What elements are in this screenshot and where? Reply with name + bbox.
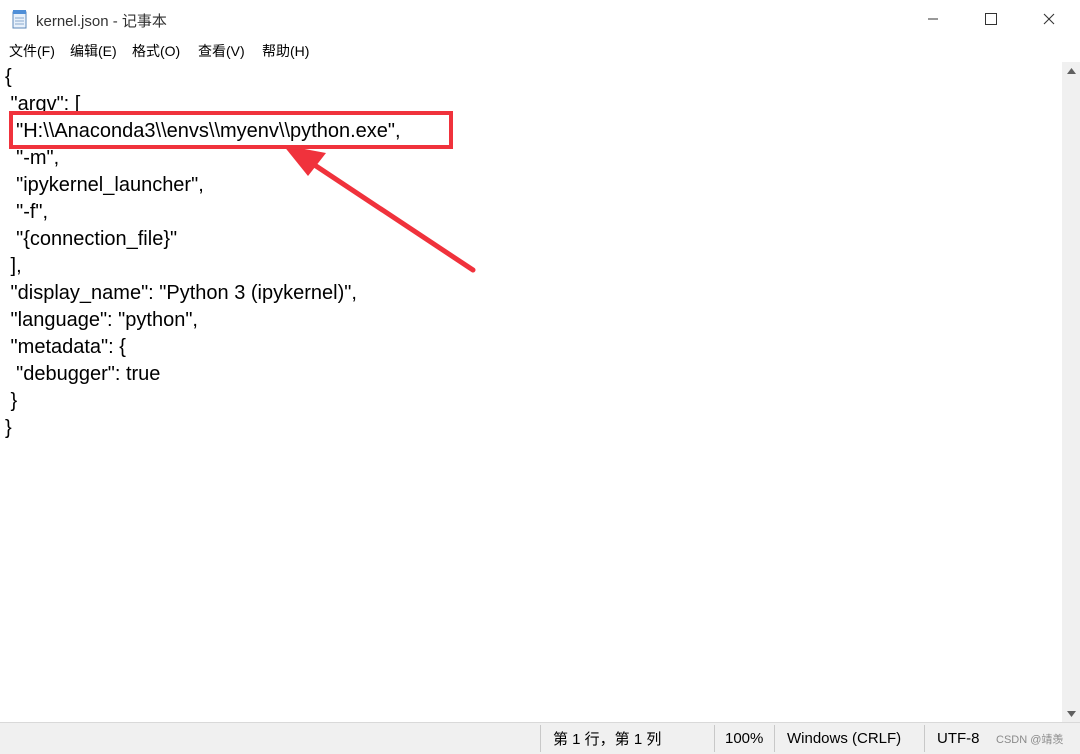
menu-format[interactable]: 格式(O) — [132, 41, 180, 61]
annotation-arrow-icon — [283, 145, 476, 273]
menu-help[interactable]: 帮助(H) — [262, 41, 309, 61]
code-line: "debugger": true — [5, 363, 161, 385]
cursor-position: 第 1 行，第 1 列 — [553, 731, 662, 748]
close-icon — [1043, 13, 1055, 25]
encoding: UTF-8 — [937, 730, 980, 747]
notepad-icon — [12, 10, 27, 29]
close-button[interactable] — [1020, 0, 1078, 38]
code-line: { — [5, 66, 12, 88]
notepad-window: kernel.json - 记事本 文件(F) 编辑(E) 格式(O) 查看(V… — [0, 0, 1080, 754]
watermark-text: CSDN @靖羡 — [996, 734, 1064, 746]
code-line: ], — [5, 255, 22, 277]
minimize-button[interactable] — [904, 0, 962, 38]
text-editor-area[interactable]: { "argv": [ "H:\\Anaconda3\\envs\\myenv\… — [0, 62, 1062, 722]
status-bar: 第 1 行，第 1 列 100% Windows (CRLF) UTF-8 — [0, 722, 1080, 754]
code-line: "-m", — [5, 147, 60, 169]
maximize-button[interactable] — [962, 0, 1020, 38]
scroll-down-icon[interactable] — [1062, 705, 1080, 722]
scroll-up-icon[interactable] — [1062, 62, 1080, 79]
maximize-icon — [985, 13, 997, 25]
code-line: "{connection_file}" — [5, 228, 178, 250]
code-line: "ipykernel_launcher", — [5, 174, 204, 196]
minimize-icon — [928, 18, 938, 20]
code-line: "display_name": "Python 3 (ipykernel)", — [5, 282, 357, 304]
vertical-scrollbar[interactable] — [1062, 62, 1080, 722]
code-line: } — [5, 390, 18, 412]
menu-edit[interactable]: 编辑(E) — [70, 41, 117, 61]
title-bar[interactable]: kernel.json - 记事本 — [0, 0, 1080, 38]
code-line: } — [5, 417, 12, 439]
code-line: "language": "python", — [5, 309, 198, 331]
window-title: kernel.json - 记事本 — [36, 13, 167, 30]
menu-view[interactable]: 查看(V) — [198, 41, 245, 61]
zoom-level: 100% — [725, 730, 764, 747]
menu-bar: 文件(F) 编辑(E) 格式(O) 查看(V) 帮助(H) — [0, 38, 1080, 62]
code-line: "metadata": { — [5, 336, 126, 358]
line-ending: Windows (CRLF) — [787, 730, 902, 747]
code-line: "-f", — [5, 201, 49, 223]
menu-file[interactable]: 文件(F) — [9, 41, 55, 61]
